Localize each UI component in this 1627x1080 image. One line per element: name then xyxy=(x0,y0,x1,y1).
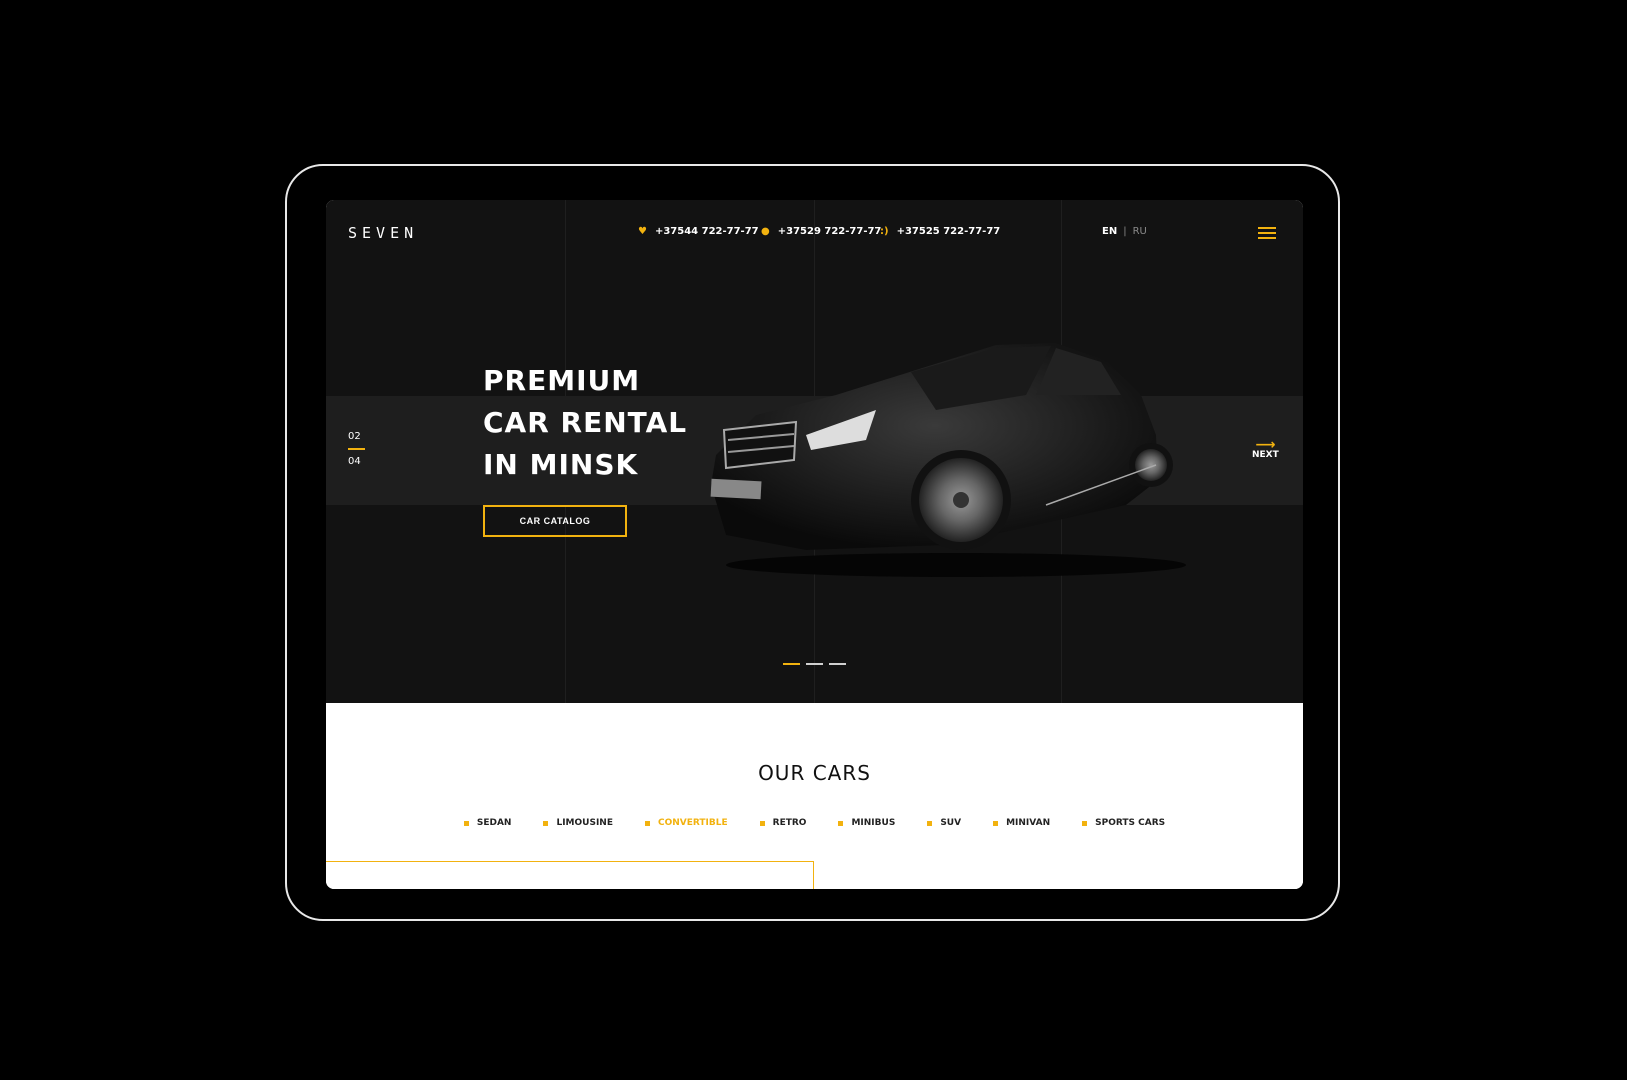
slider-dot-2[interactable] xyxy=(806,663,823,665)
car-image xyxy=(710,343,1186,577)
phone-number: +37525 722-77-77 xyxy=(896,226,1001,237)
tab-sports-cars[interactable]: SPORTS CARS xyxy=(1082,818,1165,828)
phone-link-2[interactable]: ● +37529 722-77-77 xyxy=(761,226,881,237)
hero-title-line: PREMIUM xyxy=(483,364,641,397)
car-catalog-button[interactable]: CAR CATALOG xyxy=(483,505,627,537)
lang-divider: | xyxy=(1123,226,1127,237)
tab-limousine[interactable]: LIMOUSINE xyxy=(543,818,613,828)
bullet-icon xyxy=(993,820,999,826)
slider-dot-3[interactable] xyxy=(829,663,846,665)
section-title: OUR CARS xyxy=(758,761,871,785)
next-slide-button[interactable]: ⟶ NEXT xyxy=(1252,437,1279,460)
arrow-right-icon: ⟶ xyxy=(1255,437,1276,453)
heart-icon: ♥ xyxy=(638,226,647,237)
tab-sedan[interactable]: SEDAN xyxy=(463,818,511,828)
next-label: NEXT xyxy=(1252,450,1279,460)
our-cars-section: OUR CARS SEDAN LIMOUSINE CONVERTIBLE RET… xyxy=(326,703,1303,889)
slide-current: 02 xyxy=(348,431,361,442)
bullet-icon xyxy=(1082,820,1088,826)
smile-icon: :) xyxy=(880,226,889,237)
language-switcher: EN | RU xyxy=(1102,226,1147,237)
phone-number: +37529 722-77-77 xyxy=(777,226,882,237)
car-card-outline xyxy=(326,861,814,889)
bullet-icon xyxy=(463,820,469,826)
menu-icon[interactable] xyxy=(1258,227,1276,239)
bullet-icon xyxy=(927,820,933,826)
tab-minivan[interactable]: MINIVAN xyxy=(993,818,1050,828)
bullet-icon xyxy=(838,820,844,826)
slide-counter: 02 04 xyxy=(348,431,365,467)
lang-en[interactable]: EN xyxy=(1102,226,1117,237)
tab-convertible[interactable]: CONVERTIBLE xyxy=(644,818,728,828)
lang-ru[interactable]: RU xyxy=(1133,226,1147,237)
logo[interactable]: SEVEN xyxy=(348,224,418,242)
counter-divider xyxy=(348,448,365,450)
category-tabs: SEDAN LIMOUSINE CONVERTIBLE RETRO MINIBU… xyxy=(326,818,1303,828)
bullet-icon xyxy=(759,820,765,826)
phone-link-1[interactable]: ♥ +37544 722-77-77 xyxy=(638,226,759,237)
phone-link-3[interactable]: :) +37525 722-77-77 xyxy=(880,226,1000,237)
slide-total: 04 xyxy=(348,456,361,467)
slider-dot-1[interactable] xyxy=(783,663,800,665)
tab-retro[interactable]: RETRO xyxy=(759,818,806,828)
hero-section: SEVEN ♥ +37544 722-77-77 ● +37529 722-77… xyxy=(326,200,1303,703)
tab-suv[interactable]: SUV xyxy=(927,818,961,828)
site-header: SEVEN ♥ +37544 722-77-77 ● +37529 722-77… xyxy=(326,200,1303,264)
phone-number: +37544 722-77-77 xyxy=(654,226,759,237)
hero-title: PREMIUM CAR RENTAL IN MINSK xyxy=(483,360,687,486)
tab-minibus[interactable]: MINIBUS xyxy=(838,818,895,828)
hero-title-line: CAR RENTAL xyxy=(483,406,688,439)
slider-pagination xyxy=(783,663,846,665)
bullet-icon xyxy=(543,820,549,826)
bullet-icon xyxy=(644,820,650,826)
website-screen: SEVEN ♥ +37544 722-77-77 ● +37529 722-77… xyxy=(326,200,1303,889)
drop-icon: ● xyxy=(761,226,770,237)
hero-title-line: IN MINSK xyxy=(483,448,639,481)
